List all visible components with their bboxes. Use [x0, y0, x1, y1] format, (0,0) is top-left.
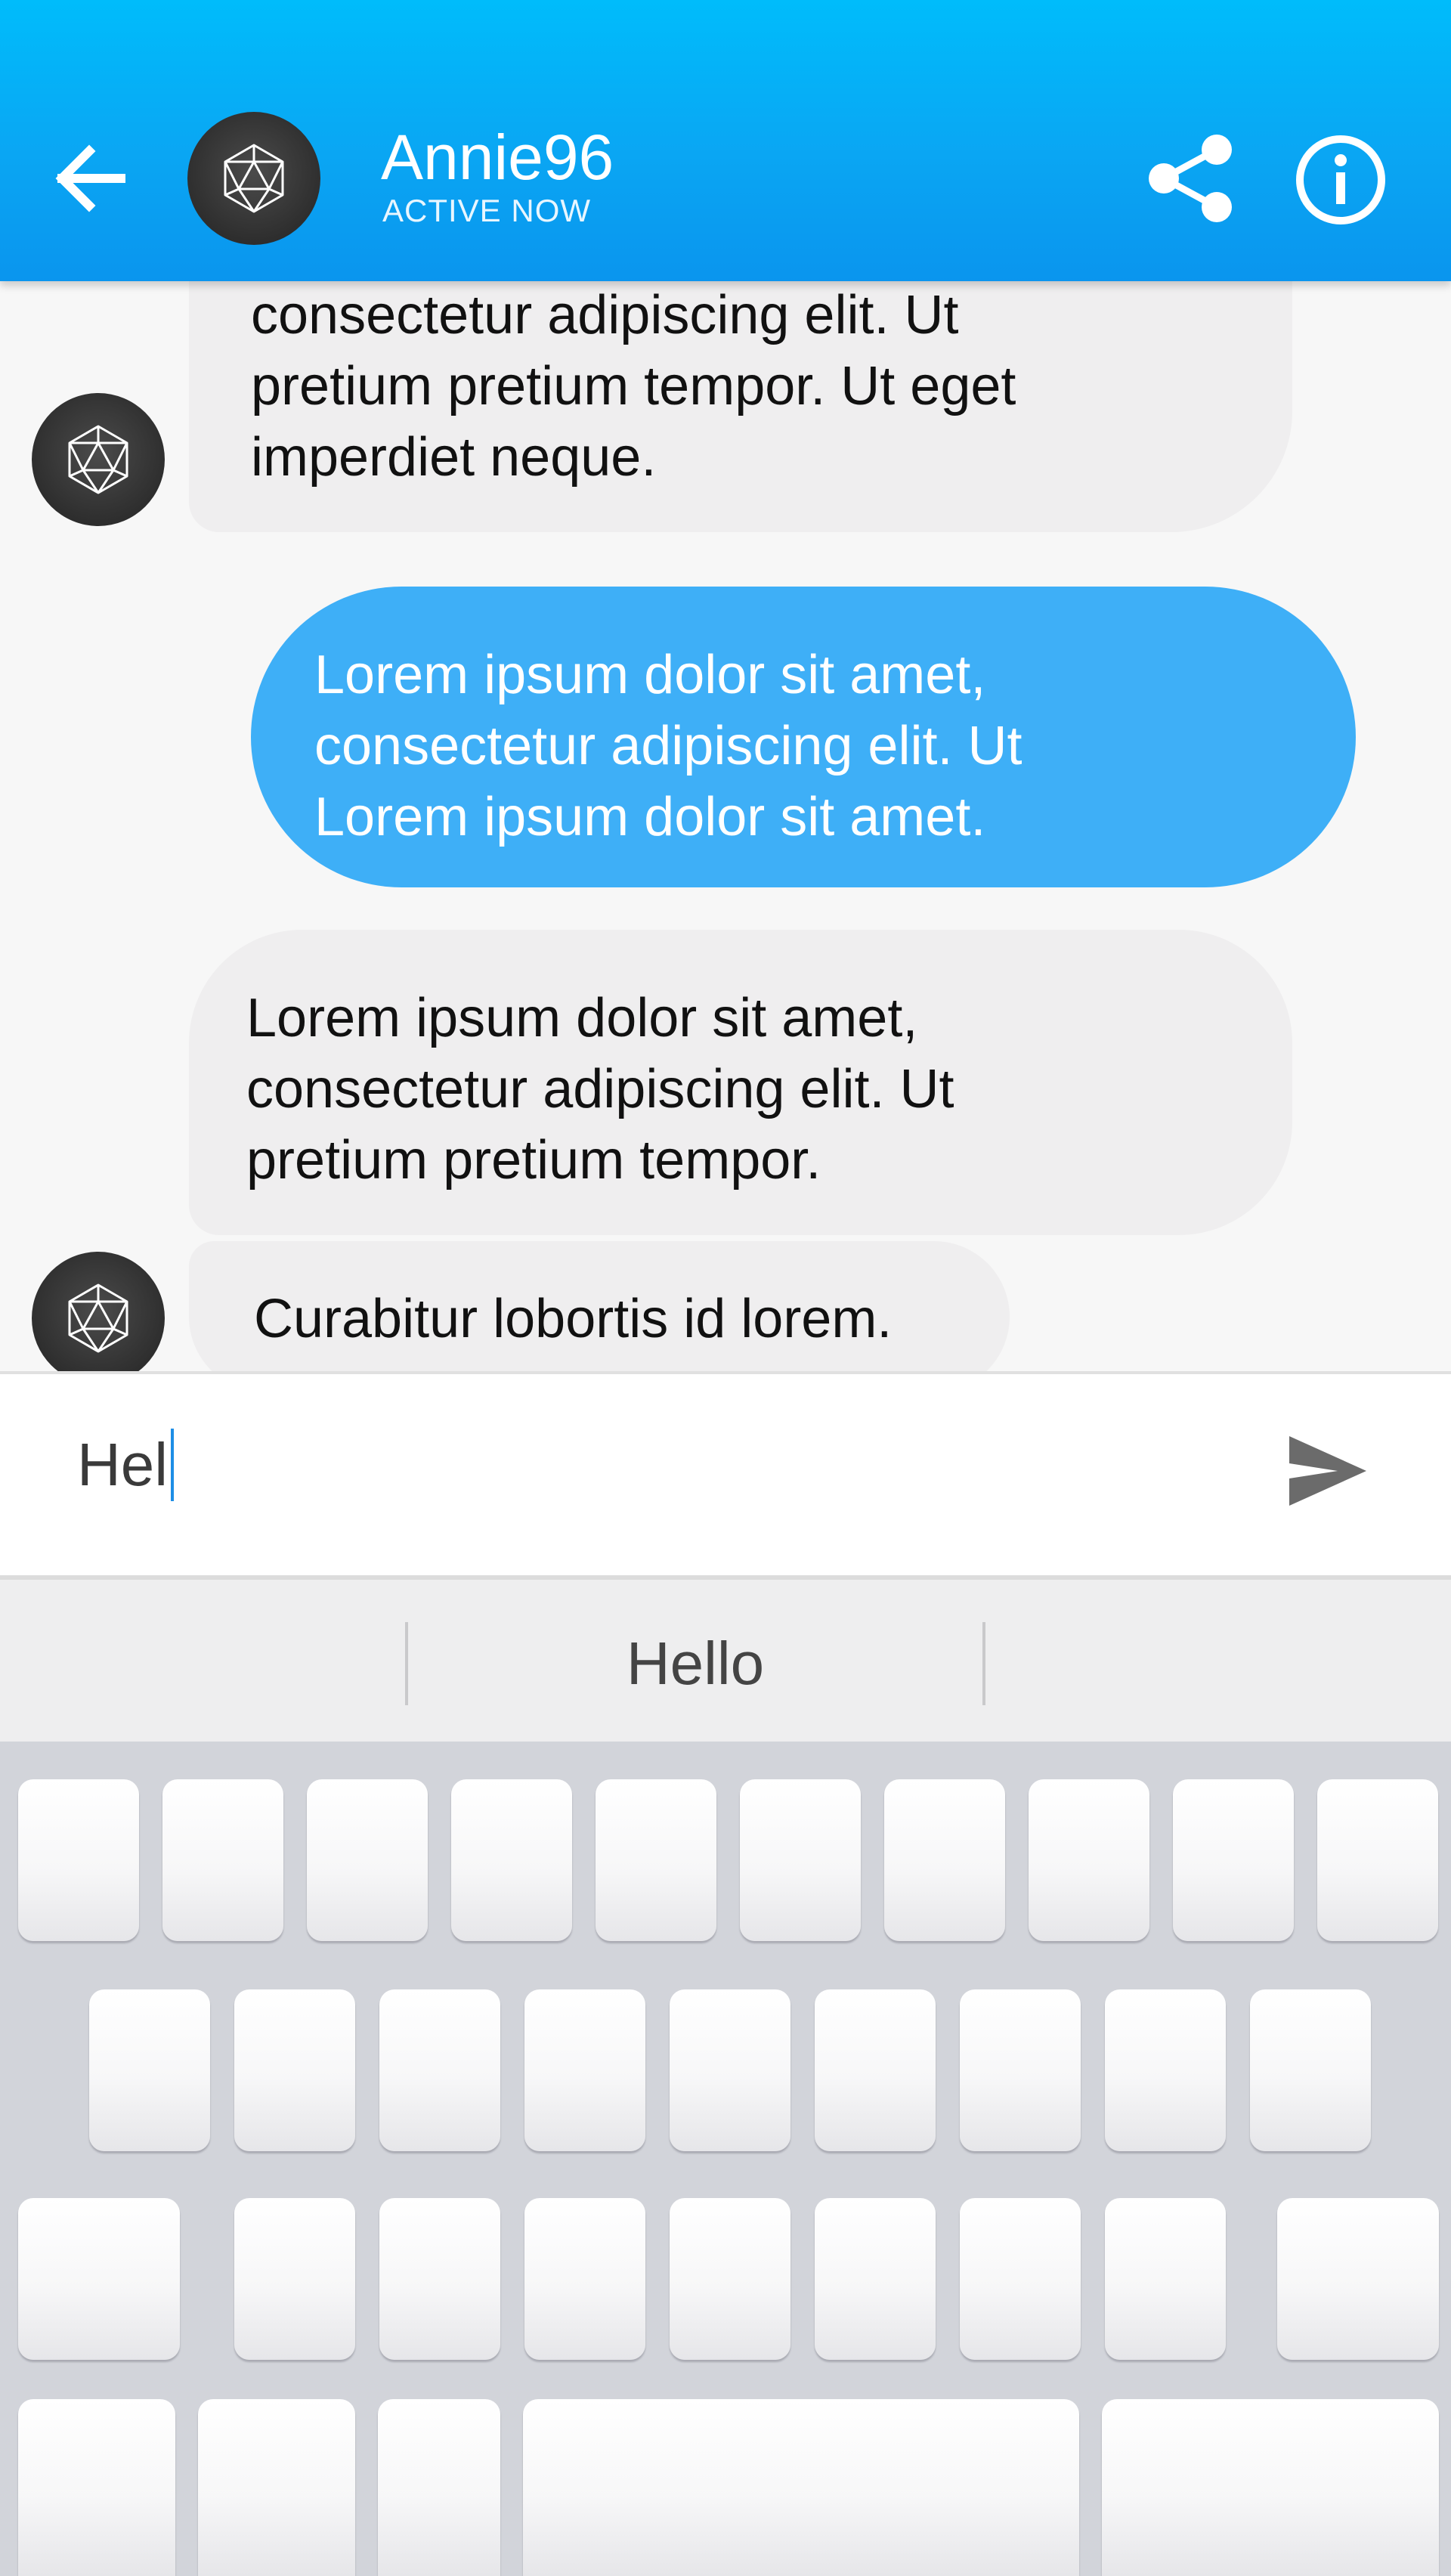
- keyboard-key[interactable]: [379, 2198, 500, 2360]
- keyboard-key[interactable]: [307, 1779, 428, 1941]
- send-icon: [1289, 1436, 1366, 1506]
- message-line: Lorem ipsum dolor sit amet,: [314, 645, 986, 705]
- share-button[interactable]: [1146, 132, 1236, 225]
- message-bubble-incoming: Curabitur lobortis id lorem.: [189, 1241, 1010, 1371]
- message-line: consectetur adipiscing elit. Ut: [246, 1059, 954, 1119]
- space-key[interactable]: [523, 2399, 1079, 2576]
- keyboard-key[interactable]: [1250, 1989, 1371, 2151]
- backspace-key[interactable]: [1277, 2198, 1439, 2360]
- keyboard-key[interactable]: [670, 2198, 790, 2360]
- suggestion-hello[interactable]: Hello: [408, 1622, 982, 1705]
- composer-bar: Hel: [0, 1371, 1451, 1580]
- keyboard-key[interactable]: [18, 1779, 139, 1941]
- avatar-icosahedron-icon: [68, 425, 128, 494]
- keyboard-key[interactable]: [162, 1779, 283, 1941]
- message-line: Lorem ipsum dolor sit amet.: [314, 787, 986, 847]
- message-line: Lorem ipsum dolor sit amet,: [246, 988, 918, 1048]
- avatar-icosahedron-icon: [224, 144, 284, 213]
- keyboard-key[interactable]: [960, 1989, 1081, 2151]
- keyboard-key[interactable]: [1173, 1779, 1294, 1941]
- emoji-key[interactable]: [198, 2399, 355, 2576]
- send-button[interactable]: [1285, 1433, 1369, 1509]
- back-button[interactable]: [45, 133, 136, 224]
- keyboard-key[interactable]: [815, 1989, 936, 2151]
- chat-header: Annie96 ACTIVE NOW: [0, 0, 1451, 281]
- keyboard-key[interactable]: [89, 1989, 210, 2151]
- message-line: pretium pretium tempor. Ut eget: [251, 356, 1016, 416]
- contact-name: Annie96: [381, 122, 614, 193]
- suggestion-divider: [982, 1622, 985, 1705]
- comma-key[interactable]: [378, 2399, 500, 2576]
- keyboard-key[interactable]: [670, 1989, 790, 2151]
- symbols-key[interactable]: [18, 2399, 175, 2576]
- info-button[interactable]: [1294, 133, 1388, 227]
- shift-key[interactable]: [18, 2198, 180, 2360]
- message-line: imperdiet neque.: [251, 427, 657, 488]
- contact-avatar[interactable]: [187, 112, 320, 245]
- info-icon: [1296, 135, 1385, 224]
- back-arrow-icon: [55, 144, 125, 212]
- keyboard-suggestion-strip: Hello: [0, 1580, 1451, 1742]
- sender-avatar[interactable]: [32, 1252, 165, 1371]
- keyboard-key[interactable]: [524, 1989, 645, 2151]
- text-caret: [171, 1429, 175, 1501]
- return-key[interactable]: [1102, 2399, 1439, 2576]
- avatar-icosahedron-icon: [68, 1283, 128, 1353]
- keyboard-key[interactable]: [234, 2198, 355, 2360]
- message-line: Curabitur lobortis id lorem.: [254, 1289, 893, 1349]
- on-screen-keyboard: [0, 1742, 1451, 2576]
- keyboard-key[interactable]: [815, 2198, 936, 2360]
- message-bubble-incoming: consectetur adipiscing elit. Ut pretium …: [189, 281, 1292, 532]
- keyboard-key[interactable]: [960, 2198, 1081, 2360]
- message-bubble-outgoing: Lorem ipsum dolor sit amet, consectetur …: [251, 587, 1356, 887]
- keyboard-key[interactable]: [596, 1779, 716, 1941]
- message-bubble-incoming: Lorem ipsum dolor sit amet, consectetur …: [189, 930, 1292, 1235]
- message-line: pretium pretium tempor.: [246, 1130, 821, 1190]
- keyboard-key[interactable]: [1317, 1779, 1438, 1941]
- share-icon: [1149, 135, 1232, 222]
- keyboard-key[interactable]: [884, 1779, 1005, 1941]
- keyboard-key[interactable]: [740, 1779, 861, 1941]
- message-line: consectetur adipiscing elit. Ut: [251, 285, 959, 345]
- message-input[interactable]: Hel: [77, 1427, 175, 1503]
- keyboard-key[interactable]: [379, 1989, 500, 2151]
- contact-status: ACTIVE NOW: [382, 193, 592, 228]
- sender-avatar[interactable]: [32, 393, 165, 526]
- keyboard-key[interactable]: [1029, 1779, 1149, 1941]
- message-input-text: Hel: [77, 1431, 169, 1498]
- keyboard-key[interactable]: [1105, 2198, 1226, 2360]
- keyboard-key[interactable]: [1105, 1989, 1226, 2151]
- message-line: consectetur adipiscing elit. Ut: [314, 716, 1023, 776]
- keyboard-key[interactable]: [524, 2198, 645, 2360]
- keyboard-key[interactable]: [451, 1779, 572, 1941]
- keyboard-key[interactable]: [234, 1989, 355, 2151]
- message-list[interactable]: consectetur adipiscing elit. Ut pretium …: [0, 281, 1451, 1371]
